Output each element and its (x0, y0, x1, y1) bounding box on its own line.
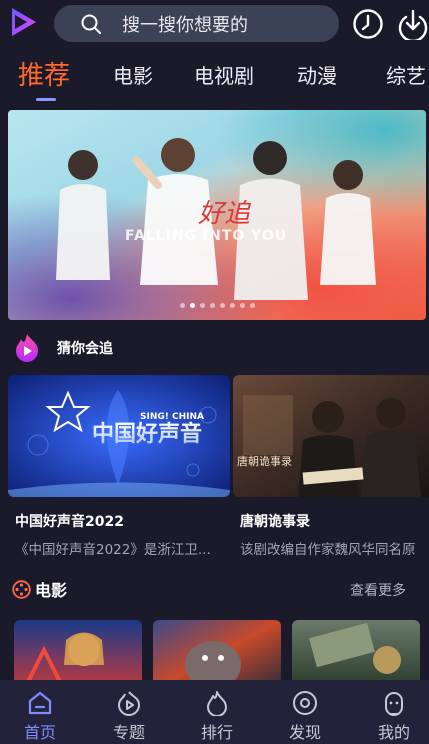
nav-label-home: 首页 (23, 723, 56, 742)
nav-label-profile: 我的 (377, 723, 410, 742)
nav-label-discover: 发现 (288, 723, 321, 742)
banner-dot[interactable] (219, 303, 225, 308)
top-bar: 搜一搜你想要的 (0, 0, 429, 48)
history-clock-icon[interactable] (352, 8, 384, 40)
tab-recommend[interactable]: 推荐 (18, 55, 70, 92)
svg-text:唐朝诡事录: 唐朝诡事录 (237, 454, 292, 468)
hero-banner[interactable]: FALLING INTO YOU 好追 (8, 110, 426, 320)
banner-title-art: FALLING INTO YOU (125, 228, 287, 244)
tab-variety[interactable]: 综艺 (386, 60, 426, 89)
show-title-tang-dynasty[interactable]: 唐朝诡事录 (240, 511, 310, 531)
nav-label-ranking: 排行 (200, 723, 233, 742)
profile-icon (385, 692, 403, 716)
search-placeholder: 搜一搜你想要的 (122, 15, 248, 36)
banner-dot[interactable] (179, 303, 185, 308)
banner-dot[interactable] (239, 303, 245, 308)
view-more-link[interactable]: 查看更多 (350, 580, 406, 600)
discover-icon (293, 691, 317, 715)
show-poster-tang-dynasty: 唐朝诡事录 (233, 375, 429, 497)
active-tab-indicator (36, 98, 56, 101)
tab-movies[interactable]: 电影 (113, 60, 153, 89)
ranking-flame-icon (207, 691, 227, 716)
film-reel-icon (12, 580, 31, 599)
category-tabs: 推荐 电影 电视剧 动漫 综艺 (0, 50, 429, 100)
banner-dot[interactable] (189, 303, 195, 308)
nav-label-topics: 专题 (112, 723, 145, 742)
download-icon[interactable] (398, 8, 428, 40)
banner-pagination[interactable] (8, 303, 426, 308)
home-icon (28, 691, 52, 715)
show-card-tang-dynasty[interactable]: 唐朝诡事录 (233, 375, 429, 497)
show-title-sing-china[interactable]: 中国好声音2022 (15, 511, 124, 531)
nav-profile[interactable]: 我的 (364, 680, 424, 744)
section-title-guess: 猜你会追 (57, 341, 113, 357)
section-title-movies: 电影 (35, 581, 68, 600)
topic-play-icon (117, 691, 141, 716)
bottom-navigation: 首页 专题 排行 发现 我的 (0, 680, 429, 744)
nav-discover[interactable]: 发现 (275, 680, 335, 744)
app-logo[interactable] (6, 4, 40, 40)
banner-dot[interactable] (229, 303, 235, 308)
search-bar[interactable]: 搜一搜你想要的 (54, 5, 339, 42)
show-subtitle-sing-china: 《中国好声音2022》是浙江卫... (15, 542, 211, 558)
banner-artwork: FALLING INTO YOU 好追 (8, 110, 426, 320)
tab-anime[interactable]: 动漫 (297, 60, 337, 89)
show-poster-sing-china: 中国好声音 SING! CHINA (8, 375, 230, 497)
sing-china-logo-text: 中国好声音 (92, 421, 202, 447)
show-subtitle-tang-dynasty: 该剧改编自作家魏风华同名原 (240, 542, 416, 558)
nav-topics[interactable]: 专题 (99, 680, 159, 744)
banner-dot[interactable] (249, 303, 255, 308)
nav-ranking[interactable]: 排行 (187, 680, 247, 744)
tab-tv-series[interactable]: 电视剧 (194, 60, 254, 89)
show-card-sing-china[interactable]: 中国好声音 SING! CHINA (8, 375, 230, 497)
banner-dot[interactable] (209, 303, 215, 308)
sing-china-logo-en: SING! CHINA (140, 412, 204, 422)
banner-dot[interactable] (199, 303, 205, 308)
flame-section-icon (16, 334, 38, 362)
banner-calligraphy-art: 好追 (198, 199, 252, 229)
search-icon (81, 14, 101, 34)
nav-home[interactable]: 首页 (10, 680, 70, 744)
